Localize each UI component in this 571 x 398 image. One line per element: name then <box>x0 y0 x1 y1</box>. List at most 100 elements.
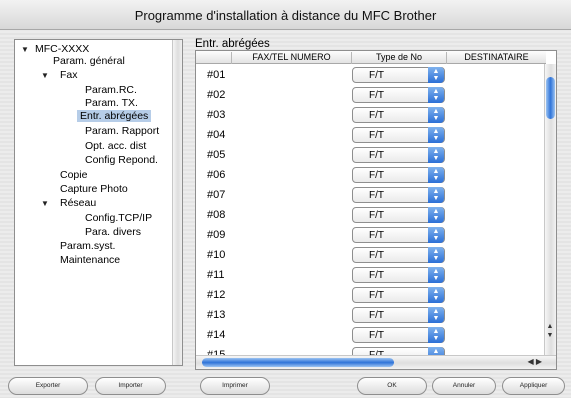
up-down-arrows-icon[interactable]: ▲▼ <box>428 67 444 83</box>
speed-dial-table: FAX/TEL NUMERO Type de No DESTINATAIRE #… <box>195 50 557 370</box>
tree-item[interactable]: Para. divers <box>85 226 141 238</box>
table-header: FAX/TEL NUMERO Type de No DESTINATAIRE <box>196 51 546 64</box>
tree-item[interactable]: Param.RC. <box>85 84 137 96</box>
disclosure-down-icon[interactable]: ▼ <box>41 71 49 80</box>
up-down-arrows-icon[interactable]: ▲▼ <box>428 167 444 183</box>
tree-item[interactable]: MFC-XXXX <box>35 43 89 55</box>
row-index: #08 <box>207 209 226 221</box>
vertical-scroll-arrows[interactable]: ▲ ▼ <box>545 322 555 340</box>
navigation-tree: ▼ MFC-XXXX Param. général ▼ Fax Param.RC. Para… <box>14 39 183 366</box>
tree-vertical-scrollbar[interactable] <box>172 40 182 365</box>
table-row: #01 F/T ▲ ▼ <box>196 65 546 85</box>
up-down-arrows-icon[interactable]: ▲▼ <box>428 327 444 343</box>
tree-item[interactable]: Réseau <box>60 197 96 209</box>
tree-item[interactable]: Param.syst. <box>60 240 115 252</box>
number-type-value: F/T <box>369 230 384 241</box>
column-header-type[interactable]: Type de No <box>352 52 447 64</box>
horizontal-scroll-arrows[interactable]: ◀ ▶ <box>527 357 542 366</box>
window-title: Programme d'installation à distance du M… <box>134 8 437 23</box>
number-type-value: F/T <box>369 170 384 181</box>
disclosure-down-icon[interactable]: ▼ <box>41 199 49 208</box>
up-down-arrows-icon[interactable]: ▲▼ <box>428 267 444 283</box>
number-type-select[interactable]: F/T ▲▼ <box>352 327 445 343</box>
number-type-value: F/T <box>369 270 384 281</box>
number-type-select[interactable]: F/T ▲▼ <box>352 127 445 143</box>
up-down-arrows-icon[interactable]: ▲▼ <box>428 207 444 223</box>
number-type-value: F/T <box>369 110 384 121</box>
table-vertical-scrollbar[interactable]: ▲ ▼ <box>544 64 556 357</box>
column-header-index[interactable] <box>196 52 232 64</box>
number-type-value: F/T <box>369 210 384 221</box>
table-horizontal-scrollbar[interactable]: ◀ ▶ <box>196 355 556 369</box>
table-row: #03 F/T ▲ ▼ <box>196 105 546 125</box>
row-index: #03 <box>207 109 226 121</box>
number-type-value: F/T <box>369 70 384 81</box>
tree-item[interactable]: Capture Photo <box>60 183 128 195</box>
tree-item[interactable]: Config.TCP/IP <box>85 212 152 224</box>
table-row: #06 F/T ▲ ▼ <box>196 165 546 185</box>
export-button[interactable]: Exporter <box>8 377 88 395</box>
title-bar: Programme d'installation à distance du M… <box>0 0 571 30</box>
ok-button[interactable]: OK <box>357 377 427 395</box>
number-type-value: F/T <box>369 310 384 321</box>
tree-item[interactable]: Config Repond. <box>85 154 158 166</box>
row-index: #02 <box>207 89 226 101</box>
tree-item[interactable]: Entr. abrégées <box>77 110 152 122</box>
row-index: #13 <box>207 309 226 321</box>
column-header-fax-number[interactable]: FAX/TEL NUMERO <box>232 52 352 64</box>
tree-item[interactable]: Opt. acc. dist <box>85 140 146 152</box>
vertical-scroll-thumb[interactable] <box>546 77 555 119</box>
number-type-select[interactable]: F/T ▲▼ <box>352 87 445 103</box>
number-type-value: F/T <box>369 290 384 301</box>
up-down-arrows-icon[interactable]: ▲▼ <box>428 87 444 103</box>
number-type-select[interactable]: F/T ▲▼ <box>352 187 445 203</box>
row-index: #11 <box>207 269 225 281</box>
cancel-button[interactable]: Annuler <box>432 377 496 395</box>
import-button[interactable]: Importer <box>95 377 166 395</box>
table-row: #14 F/T ▲ ▼ <box>196 325 546 345</box>
tree-item[interactable]: Param. TX. <box>85 97 138 109</box>
number-type-select[interactable]: F/T ▲▼ <box>352 227 445 243</box>
tree-item[interactable]: Param. général <box>53 55 125 67</box>
up-down-arrows-icon[interactable]: ▲▼ <box>428 287 444 303</box>
up-down-arrows-icon[interactable]: ▲▼ <box>428 127 444 143</box>
scroll-left-arrow-icon[interactable]: ◀ <box>527 357 533 366</box>
tree-item[interactable]: Param. Rapport <box>85 125 159 137</box>
number-type-select[interactable]: F/T ▲▼ <box>352 67 445 83</box>
up-down-arrows-icon[interactable]: ▲▼ <box>428 107 444 123</box>
number-type-select[interactable]: F/T ▲▼ <box>352 267 445 283</box>
scroll-down-arrow-icon[interactable]: ▼ <box>545 331 555 340</box>
row-index: #05 <box>207 149 226 161</box>
up-down-arrows-icon[interactable]: ▲▼ <box>428 247 444 263</box>
scroll-right-arrow-icon[interactable]: ▶ <box>536 357 542 366</box>
number-type-value: F/T <box>369 330 384 341</box>
scroll-up-arrow-icon[interactable]: ▲ <box>545 322 555 331</box>
print-button[interactable]: Imprimer <box>200 377 270 395</box>
row-index: #01 <box>207 69 226 81</box>
table-row: #08 F/T ▲ ▼ <box>196 205 546 225</box>
tree-item[interactable]: Fax <box>60 69 78 81</box>
up-down-arrows-icon[interactable]: ▲▼ <box>428 147 444 163</box>
up-down-arrows-icon[interactable]: ▲▼ <box>428 307 444 323</box>
row-index: #07 <box>207 189 226 201</box>
apply-button[interactable]: Appliquer <box>502 377 565 395</box>
row-index: #06 <box>207 169 226 181</box>
tree-item[interactable]: Copie <box>60 169 87 181</box>
horizontal-scroll-thumb[interactable] <box>202 358 394 367</box>
number-type-select[interactable]: F/T ▲▼ <box>352 167 445 183</box>
section-title: Entr. abrégées <box>195 38 270 50</box>
up-down-arrows-icon[interactable]: ▲▼ <box>428 227 444 243</box>
number-type-value: F/T <box>369 250 384 261</box>
number-type-select[interactable]: F/T ▲▼ <box>352 307 445 323</box>
tree-item[interactable]: Maintenance <box>60 254 120 266</box>
number-type-select[interactable]: F/T ▲▼ <box>352 147 445 163</box>
disclosure-down-icon[interactable]: ▼ <box>21 45 29 54</box>
table-row: #13 F/T ▲ ▼ <box>196 305 546 325</box>
column-header-destination[interactable]: DESTINATAIRE <box>447 52 546 64</box>
table-row: #02 F/T ▲ ▼ <box>196 85 546 105</box>
number-type-select[interactable]: F/T ▲▼ <box>352 107 445 123</box>
number-type-select[interactable]: F/T ▲▼ <box>352 247 445 263</box>
number-type-select[interactable]: F/T ▲▼ <box>352 287 445 303</box>
number-type-select[interactable]: F/T ▲▼ <box>352 207 445 223</box>
up-down-arrows-icon[interactable]: ▲▼ <box>428 187 444 203</box>
